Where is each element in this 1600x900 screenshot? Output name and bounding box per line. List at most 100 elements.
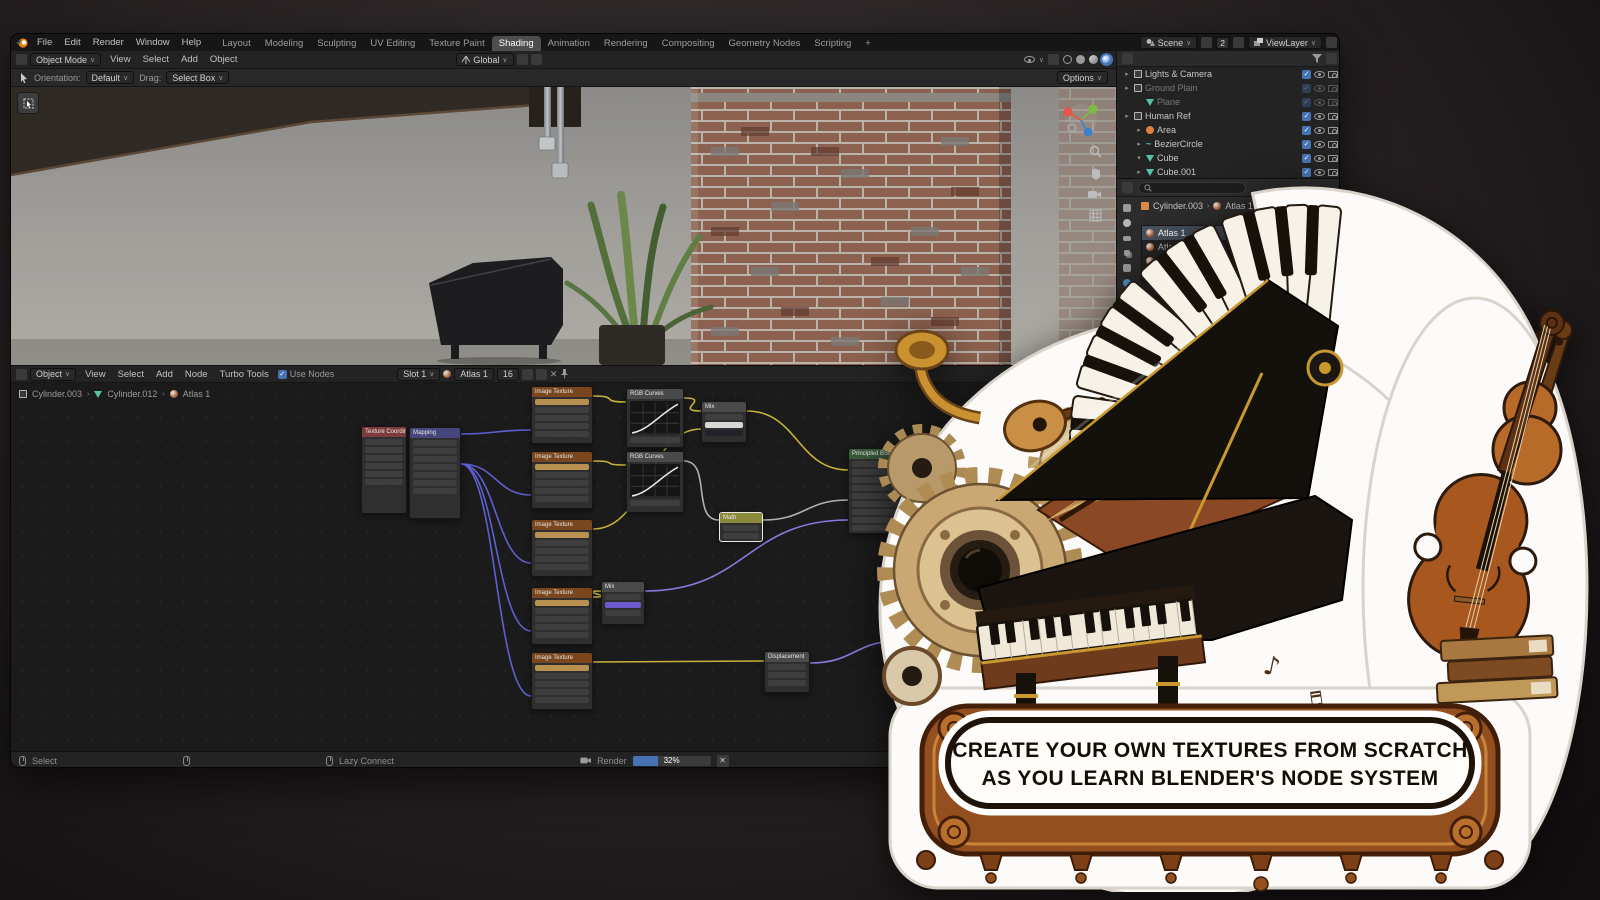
outliner-row-human-ref[interactable]: ▸Human Ref✓: [1117, 109, 1340, 123]
scene-selector[interactable]: Scene ∨: [1140, 36, 1198, 49]
hide-render-camera-icon[interactable]: [1328, 85, 1338, 92]
wireframe-shading-icon[interactable]: [1063, 55, 1072, 64]
navigation-gizmo[interactable]: [1058, 97, 1104, 143]
workspace-tab-compositing[interactable]: Compositing: [655, 36, 722, 51]
viewlayer-count-badge[interactable]: 2: [1216, 37, 1229, 49]
disclosure-arrow-icon[interactable]: ▸: [1135, 140, 1143, 148]
cancel-render-button[interactable]: ✕: [717, 755, 729, 767]
drag-dropdown[interactable]: Select Box ∨: [166, 71, 229, 84]
material-browse-icon[interactable]: [443, 370, 451, 378]
shader-menu-add[interactable]: Add: [150, 369, 179, 380]
menu-window[interactable]: Window: [130, 37, 176, 48]
disclosure-arrow-icon[interactable]: ▾: [1135, 154, 1143, 162]
shader-menu-node[interactable]: Node: [179, 369, 214, 380]
shader-menu-view[interactable]: View: [79, 369, 111, 380]
shader-node-image-texture[interactable]: Image Texture: [531, 587, 593, 645]
outliner-row-area[interactable]: ▸Area✓: [1117, 123, 1340, 137]
outliner-editor-icon[interactable]: [1122, 53, 1133, 64]
selectable-checkbox[interactable]: ✓: [1302, 112, 1311, 121]
outliner-row-lights-camera[interactable]: ▸Lights & Camera✓: [1117, 67, 1340, 81]
shader-type-selector[interactable]: Object ∨: [30, 368, 76, 381]
viewport-menu-add[interactable]: Add: [175, 54, 204, 65]
selectable-checkbox[interactable]: ✓: [1302, 98, 1311, 107]
unlink-material-icon[interactable]: ✕: [550, 369, 558, 380]
shader-menu-select[interactable]: Select: [112, 369, 150, 380]
rendered-shading-icon[interactable]: [1102, 55, 1111, 64]
shader-node-rgb-curves[interactable]: RGB Curves: [626, 388, 684, 448]
hide-render-camera-icon[interactable]: [1328, 113, 1338, 120]
shader-node-math[interactable]: Math: [719, 512, 763, 542]
menu-file[interactable]: File: [31, 37, 58, 48]
menu-help[interactable]: Help: [176, 37, 208, 48]
hide-render-camera-icon[interactable]: [1328, 127, 1338, 134]
shader-node-image-texture[interactable]: Image Texture: [531, 652, 593, 710]
pin-icon[interactable]: [560, 369, 569, 379]
material-shading-icon[interactable]: [1089, 55, 1098, 64]
hide-viewport-eye-icon[interactable]: [1314, 155, 1325, 162]
shader-node-mapping[interactable]: Mapping: [409, 427, 461, 519]
disclosure-arrow-icon[interactable]: ▸: [1123, 70, 1131, 78]
use-nodes-checkbox[interactable]: ✓: [278, 370, 287, 379]
hide-render-camera-icon[interactable]: [1328, 141, 1338, 148]
workspace-tab-rendering[interactable]: Rendering: [597, 36, 655, 51]
viewlayer-selector[interactable]: ViewLayer ∨: [1248, 36, 1322, 49]
viewport-menu-object[interactable]: Object: [204, 54, 243, 65]
shader-node-image-texture[interactable]: Image Texture: [531, 519, 593, 577]
hide-render-camera-icon[interactable]: [1328, 99, 1338, 106]
snap-magnet-icon[interactable]: [517, 54, 528, 65]
outliner-row-beziercircle[interactable]: ▸~BezierCircle✓: [1117, 137, 1340, 151]
shader-menu-turbo-tools[interactable]: Turbo Tools: [214, 369, 275, 380]
shader-node-image-texture[interactable]: Image Texture: [531, 386, 593, 444]
breadcrumb-item[interactable]: Cylinder.003: [32, 389, 82, 399]
proportional-edit-icon[interactable]: [531, 54, 542, 65]
transform-orientation-selector[interactable]: Global ∨: [456, 53, 513, 66]
workspace-tab-sculpting[interactable]: Sculpting: [310, 36, 363, 51]
disclosure-arrow-icon[interactable]: ▸: [1123, 112, 1131, 120]
hide-viewport-eye-icon[interactable]: [1314, 85, 1325, 92]
mode-selector[interactable]: Object Mode ∨: [30, 53, 101, 66]
breadcrumb-item[interactable]: Cylinder.012: [107, 389, 157, 399]
shader-node-mix[interactable]: Mix: [701, 401, 747, 443]
outliner-row-cube[interactable]: ▾Cube✓: [1117, 151, 1340, 165]
overlays-icon[interactable]: [1048, 54, 1059, 65]
viewport-menu-view[interactable]: View: [104, 54, 136, 65]
workspace-tab-texture-paint[interactable]: Texture Paint: [422, 36, 491, 51]
image-stack-icon[interactable]: [1233, 37, 1244, 48]
workspace-tab-animation[interactable]: Animation: [541, 36, 597, 51]
outliner-row-plane[interactable]: Plane✓: [1117, 95, 1340, 109]
filter-funnel-icon[interactable]: [1312, 54, 1322, 63]
filter-icon[interactable]: [1201, 37, 1212, 48]
workspace-tab-scripting[interactable]: Scripting: [807, 36, 858, 51]
selectable-checkbox[interactable]: ✓: [1302, 154, 1311, 163]
solid-shading-icon[interactable]: [1076, 55, 1085, 64]
menu-render[interactable]: Render: [87, 37, 130, 48]
breadcrumb-item[interactable]: Atlas 1: [183, 389, 211, 399]
workspace-tab--[interactable]: +: [858, 36, 878, 51]
outliner-options-icon[interactable]: [1326, 53, 1337, 64]
selectable-checkbox[interactable]: ✓: [1302, 84, 1311, 93]
menu-edit[interactable]: Edit: [58, 37, 86, 48]
visibility-icon[interactable]: [1024, 56, 1035, 63]
workspace-tab-geometry-nodes[interactable]: Geometry Nodes: [722, 36, 808, 51]
selectable-checkbox[interactable]: ✓: [1302, 140, 1311, 149]
workspace-tab-shading[interactable]: Shading: [492, 36, 541, 51]
shader-node-rgb-curves[interactable]: RGB Curves: [626, 451, 684, 513]
editor-type-icon[interactable]: [16, 54, 27, 65]
hide-viewport-eye-icon[interactable]: [1314, 141, 1325, 148]
shader-node-image-texture[interactable]: Image Texture: [531, 451, 593, 509]
orientation-dropdown[interactable]: Default ∨: [86, 71, 135, 84]
workspace-tab-layout[interactable]: Layout: [215, 36, 258, 51]
copy-icon[interactable]: [1326, 37, 1337, 48]
disclosure-arrow-icon[interactable]: ▸: [1123, 84, 1131, 92]
outliner-row-ground-plain[interactable]: ▸Ground Plain✓: [1117, 81, 1340, 95]
hide-viewport-eye-icon[interactable]: [1314, 113, 1325, 120]
slot-selector[interactable]: Slot 1 ∨: [397, 368, 440, 381]
shader-node-texture-coordinate[interactable]: Texture Coordinate: [361, 426, 407, 514]
select-box-tool-button[interactable]: [17, 92, 39, 114]
hide-render-camera-icon[interactable]: [1328, 71, 1338, 78]
fake-user-shield-icon[interactable]: [522, 369, 533, 380]
user-count-button[interactable]: 16: [497, 368, 519, 381]
shader-node-displacement[interactable]: Displacement: [764, 651, 810, 693]
selectable-checkbox[interactable]: ✓: [1302, 70, 1311, 79]
workspace-tab-uv-editing[interactable]: UV Editing: [363, 36, 422, 51]
